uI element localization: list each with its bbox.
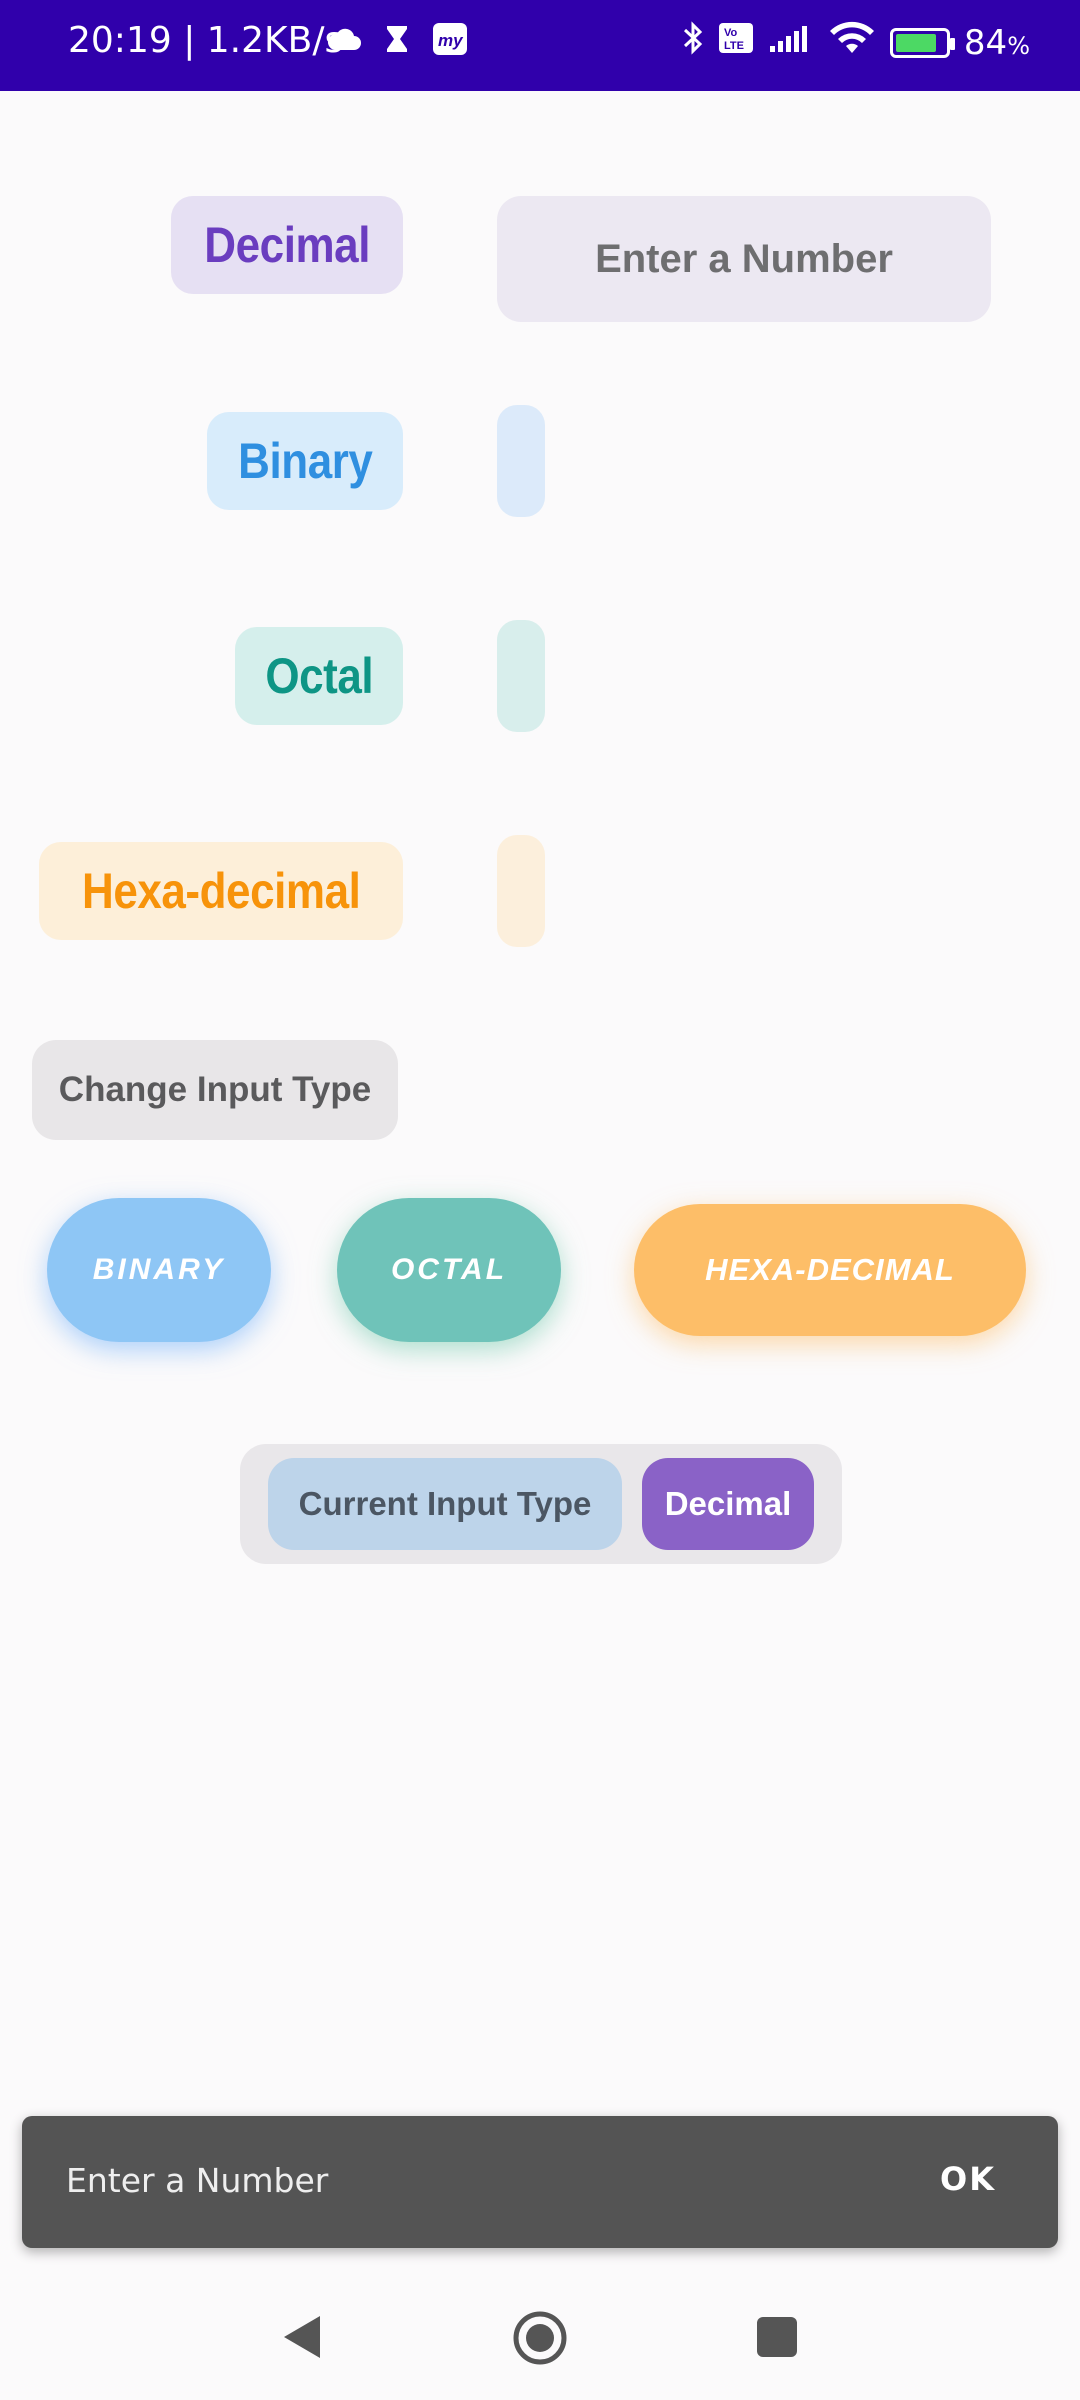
decimal-label: Decimal xyxy=(171,196,403,294)
svg-text:LTE: LTE xyxy=(724,40,744,52)
battery-percent: 84% xyxy=(963,22,1030,63)
current-input-type-label: Current Input Type xyxy=(268,1458,622,1550)
current-input-type-value: Decimal xyxy=(642,1458,814,1550)
hourglass-icon xyxy=(384,24,410,59)
signal-icon xyxy=(768,23,814,63)
myapp-icon: my xyxy=(432,22,468,61)
number-input[interactable]: Enter a Number xyxy=(497,196,991,322)
binary-type-button[interactable]: BINARY xyxy=(47,1198,271,1342)
status-time-speed: 20:19 | 1.2KB/s xyxy=(68,20,344,61)
octal-type-button[interactable]: OCTAL xyxy=(337,1198,561,1342)
volte-icon: Vo LTE xyxy=(718,22,754,63)
snackbar: Enter a Number OK xyxy=(22,2116,1058,2248)
back-icon[interactable] xyxy=(282,2314,322,2365)
change-input-type-label: Change Input Type xyxy=(32,1040,398,1140)
octal-label: Octal xyxy=(235,627,403,725)
hex-label: Hexa-decimal xyxy=(39,842,403,940)
octal-output xyxy=(497,620,545,732)
snackbar-ok-button[interactable]: OK xyxy=(940,2160,996,2198)
hex-output xyxy=(497,835,545,947)
cloud-icon xyxy=(326,26,362,57)
status-bar: 20:19 | 1.2KB/s my Vo LTE 84% xyxy=(0,0,1080,91)
home-icon[interactable] xyxy=(512,2310,568,2371)
svg-text:my: my xyxy=(438,31,464,50)
navigation-bar xyxy=(0,2270,1080,2400)
wifi-icon xyxy=(828,21,876,64)
snackbar-message: Enter a Number xyxy=(66,2161,329,2200)
hex-type-button[interactable]: HEXA-DECIMAL xyxy=(634,1204,1026,1336)
binary-label: Binary xyxy=(207,412,403,510)
recents-icon[interactable] xyxy=(756,2316,798,2363)
binary-output xyxy=(497,405,545,517)
bluetooth-icon xyxy=(682,20,704,65)
svg-text:Vo: Vo xyxy=(724,27,738,39)
current-input-type-panel: Current Input Type Decimal xyxy=(240,1444,842,1564)
battery-icon xyxy=(889,27,955,58)
